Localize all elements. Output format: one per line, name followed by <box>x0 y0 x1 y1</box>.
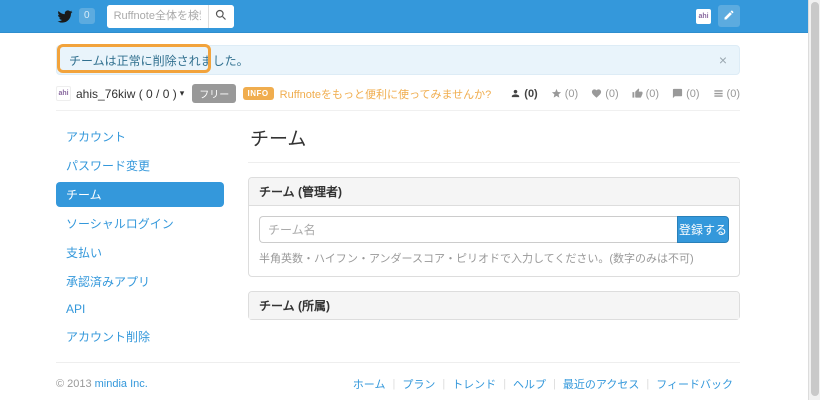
close-icon[interactable]: × <box>719 53 727 67</box>
user-stat-comments[interactable]: (0) <box>672 88 699 100</box>
sidebar-item-payment[interactable]: 支払い <box>56 240 224 265</box>
promo-link[interactable]: Ruffnoteをもっと便利に使ってみませんか? <box>280 86 492 102</box>
footer-link-home[interactable]: ホーム <box>346 376 393 392</box>
user-stat-likes[interactable]: (0) <box>632 88 659 100</box>
sidebar-item-api[interactable]: API <box>56 298 224 320</box>
sidebar-item-team[interactable]: チーム <box>56 182 224 207</box>
star-icon <box>551 88 562 99</box>
site-search <box>107 5 234 28</box>
sidebar-item-social-login[interactable]: ソーシャルログイン <box>56 211 224 236</box>
search-button[interactable] <box>208 5 234 28</box>
footer-link-plan[interactable]: プラン <box>395 376 442 392</box>
user-stat-users[interactable]: (0) <box>510 88 537 100</box>
user-bar: ahi ahis_76kiw ( 0 / 0 ) ▾ フリー INFO Ruff… <box>56 84 740 111</box>
notification-count-badge[interactable]: 0 <box>79 8 95 24</box>
search-icon <box>215 9 227 24</box>
panel-header-admin: チーム (管理者) <box>249 178 739 206</box>
caret-down-icon[interactable]: ▾ <box>180 88 185 99</box>
thumbs-up-icon <box>632 88 643 99</box>
user-stat-feeds[interactable]: (0) <box>713 88 740 100</box>
footer-link-help[interactable]: ヘルプ <box>506 376 553 392</box>
copyright-text: © 2013 <box>56 378 92 390</box>
top-navbar: 0 ahi <box>0 0 808 33</box>
footer-link-trend[interactable]: トレンド <box>445 376 503 392</box>
bird-logo-icon[interactable] <box>56 9 74 24</box>
pencil-icon <box>723 9 735 24</box>
team-name-input[interactable] <box>259 216 677 243</box>
flash-alert: チームは正常に削除されました。 × <box>56 45 740 75</box>
user-stat-stars[interactable]: (0) <box>551 88 578 100</box>
sidebar-item-approved-apps[interactable]: 承認済みアプリ <box>56 269 224 294</box>
stat-count: (0) <box>727 88 740 100</box>
panel-header-member: チーム (所属) <box>249 292 739 319</box>
vertical-scrollbar[interactable] <box>808 0 820 400</box>
sidebar-item-account[interactable]: アカウント <box>56 124 224 149</box>
heart-icon <box>591 88 602 99</box>
sidebar-item-password[interactable]: パスワード変更 <box>56 153 224 178</box>
footer-link-feedback[interactable]: フィードバック <box>649 376 740 392</box>
team-admin-panel: チーム (管理者) 登録する 半角英数・ハイフン・アンダースコア・ピリオドで入力… <box>248 177 740 277</box>
footer-link-recent-access[interactable]: 最近のアクセス <box>556 376 646 392</box>
team-name-help-text: 半角英数・ハイフン・アンダースコア・ピリオドで入力してください。(数字のみは不可… <box>259 250 729 266</box>
username-link[interactable]: ahis_76kiw ( 0 / 0 ) <box>76 87 177 101</box>
stat-count: (0) <box>565 88 578 100</box>
sidebar-item-delete-account[interactable]: アカウント削除 <box>56 324 224 349</box>
comment-icon <box>672 88 683 99</box>
search-input[interactable] <box>107 5 208 28</box>
alert-message: チームは正常に削除されました。 <box>69 52 249 69</box>
user-avatar[interactable]: ahi <box>696 9 711 24</box>
footer: © 2013 mindia Inc. ホーム| プラン| トレンド| ヘルプ| … <box>56 362 740 392</box>
user-stat-hearts[interactable]: (0) <box>591 88 618 100</box>
new-note-button[interactable] <box>718 5 740 27</box>
team-member-panel: チーム (所属) <box>248 291 740 320</box>
stat-count: (0) <box>605 88 618 100</box>
plan-badge: フリー <box>192 84 236 103</box>
info-badge: INFO <box>243 87 274 100</box>
register-button[interactable]: 登録する <box>677 216 729 243</box>
page-title: チーム <box>248 124 740 163</box>
copyright-link[interactable]: mindia Inc. <box>95 378 148 390</box>
feed-icon <box>713 88 724 99</box>
stat-count: (0) <box>686 88 699 100</box>
stat-count: (0) <box>646 88 659 100</box>
user-icon <box>510 88 521 99</box>
scrollbar-thumb[interactable] <box>811 2 819 396</box>
user-avatar-small[interactable]: ahi <box>56 86 71 101</box>
settings-sidebar: アカウント パスワード変更 チーム ソーシャルログイン 支払い 承認済みアプリ … <box>56 124 224 353</box>
stat-count: (0) <box>524 88 537 100</box>
